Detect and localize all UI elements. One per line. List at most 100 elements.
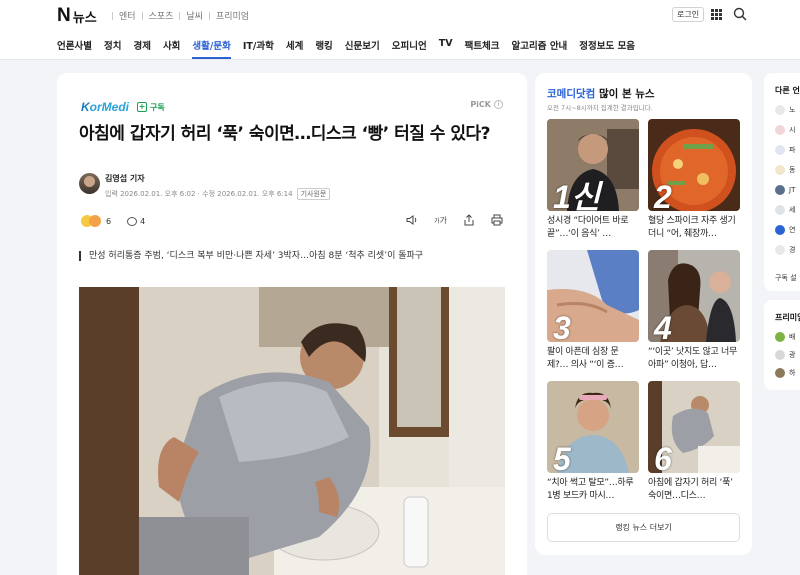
ranking-title[interactable]: 코메디닷컴 많이 본 뉴스	[547, 86, 655, 101]
print-icon[interactable]	[491, 214, 503, 226]
ranking-thumbnail[interactable]: 3	[547, 250, 639, 342]
ranking-item-title[interactable]: 성시경 “다이어트 바로 끝”…‘이 음식’ …	[547, 215, 639, 241]
nav-life-culture[interactable]: 생활/문화	[192, 38, 231, 59]
nav-society[interactable]: 사회	[163, 38, 180, 59]
search-icon[interactable]	[733, 7, 747, 21]
subscribe-button[interactable]: + 구독	[137, 102, 165, 113]
menu-weather[interactable]: 날씨	[186, 9, 203, 22]
apps-grid-icon[interactable]	[711, 9, 722, 20]
nav-world[interactable]: 세계	[286, 38, 303, 59]
rank-number: 6	[654, 441, 672, 473]
rank-number: 3	[553, 310, 571, 342]
ranking-thumbnail[interactable]: 2	[648, 119, 740, 211]
naver-logo[interactable]: N	[57, 5, 71, 27]
ranking-item-title[interactable]: 팔이 아픈데 심장 문제?… 의사 “‘이 증…	[547, 346, 639, 372]
other-press-item[interactable]: JT	[775, 185, 795, 195]
ranking-card: 코메디닷컴 많이 본 뉴스 오전 7시~8시까지 집계한 결과입니다. 1신 성…	[535, 73, 752, 555]
nav-politics[interactable]: 정치	[104, 38, 121, 59]
other-press-item[interactable]: 파	[775, 145, 795, 155]
ranking-title-suffix: 많이 본 뉴스	[595, 88, 655, 100]
premium-logo-icon	[775, 332, 785, 342]
nav-economy[interactable]: 경제	[133, 38, 150, 59]
top-header: N 뉴스 엔터 스포츠 날씨 프리미엄 로그인 언론사별 정치 경제 사회 생활…	[0, 0, 800, 60]
ranking-thumbnail[interactable]: 6	[648, 381, 740, 473]
other-press-item[interactable]: 노	[775, 105, 795, 115]
press-logo-icon	[775, 145, 785, 155]
rank-number: 1신	[553, 179, 601, 211]
news-logo-text[interactable]: 뉴스	[73, 7, 97, 26]
pick-badge[interactable]: PiCK i	[470, 100, 503, 109]
menu-premium[interactable]: 프리미엄	[216, 9, 249, 22]
nav-ranking[interactable]: 랭킹	[315, 38, 332, 59]
plus-icon: +	[137, 102, 148, 112]
ranking-item-3[interactable]: 3 팔이 아픈데 심장 문제?… 의사 “‘이 증…	[547, 250, 639, 381]
ranking-item-6[interactable]: 6 아침에 갑자기 허리 ‘푹’ 숙이면…디스…	[648, 381, 740, 512]
subscribe-settings-link[interactable]: 구독 설	[775, 273, 797, 283]
comment-count[interactable]: 4	[140, 217, 145, 226]
divider	[179, 11, 181, 20]
other-press-item[interactable]: 세	[775, 205, 795, 215]
other-press-title: 다른 언론	[775, 86, 800, 95]
article-headline: 아침에 갑자기 허리 ‘푹’ 숙이면…디스크 ‘빵’ 터질 수 있다?	[79, 124, 490, 144]
surprise-emoji-icon[interactable]	[89, 215, 101, 227]
category-nav: 언론사별 정치 경제 사회 생활/문화 IT/과학 세계 랭킹 신문보기 오피니…	[57, 38, 647, 59]
ranking-item-2[interactable]: 2 혈당 스파이크 자주 생기더니 “어, 췌장까…	[648, 119, 740, 250]
menu-sports[interactable]: 스포츠	[149, 9, 174, 22]
ranking-item-title[interactable]: “‘이곳’ 낫지도 않고 너무 아파” 이청아, 답…	[648, 346, 740, 372]
ranking-item-title[interactable]: “치아 썩고 탈모”…하루 1병 보드카 마시…	[547, 477, 639, 503]
ranking-press-name[interactable]: 코메디닷컴	[547, 88, 595, 100]
nav-opinion[interactable]: 오피니언	[392, 38, 427, 59]
nav-newspaper[interactable]: 신문보기	[345, 38, 380, 59]
login-button[interactable]: 로그인	[672, 7, 705, 22]
press-logo-icon	[775, 125, 785, 135]
other-press-item[interactable]: 시	[775, 125, 795, 135]
reaction-count: 6	[106, 216, 112, 226]
premium-item[interactable]: 광	[775, 350, 795, 360]
font-size-icon[interactable]: 가가	[434, 214, 447, 226]
comment-icon[interactable]	[127, 216, 138, 226]
other-press-item[interactable]: 동	[775, 165, 795, 175]
nav-factcheck[interactable]: 팩트체크	[465, 38, 500, 59]
reaction-bar: 6 4	[81, 215, 145, 227]
ranking-item-1[interactable]: 1신 성시경 “다이어트 바로 끝”…‘이 음식’ …	[547, 119, 639, 250]
nav-press[interactable]: 언론사별	[57, 38, 92, 59]
other-press-item[interactable]: 연	[775, 225, 795, 235]
ranking-thumbnail[interactable]: 5	[547, 381, 639, 473]
ranking-item-title[interactable]: 아침에 갑자기 허리 ‘푹’ 숙이면…디스…	[648, 477, 740, 503]
ranking-more-button[interactable]: 랭킹 뉴스 더보기	[547, 513, 740, 542]
info-icon[interactable]: i	[494, 100, 503, 109]
press-logo-icon	[775, 225, 785, 235]
premium-item[interactable]: 배	[775, 332, 795, 342]
article-card: KorMedi + 구독 PiCK i 아침에 갑자기 허리 ‘푹’ 숙이면…디…	[57, 73, 527, 575]
ranking-subtitle: 오전 7시~8시까지 집계한 결과입니다.	[547, 104, 653, 112]
reporter-name[interactable]: 김영섭 기자	[105, 173, 330, 184]
ranking-thumbnail[interactable]: 1신	[547, 119, 639, 211]
naver-news-logo[interactable]: N 뉴스	[57, 5, 97, 27]
rank-number: 2	[654, 179, 672, 211]
original-article-link[interactable]: 기사원문	[296, 188, 331, 200]
nav-it-science[interactable]: IT/과학	[243, 38, 274, 59]
ranking-item-title[interactable]: 혈당 스파이크 자주 생기더니 “어, 췌장까…	[648, 215, 740, 241]
premium-logo-icon	[775, 350, 785, 360]
premium-panel: 프리미엄 배 광 하	[764, 300, 800, 390]
nav-corrections[interactable]: 정정보도 모음	[579, 38, 635, 59]
nav-algorithm[interactable]: 알고리즘 안내	[512, 38, 568, 59]
press-logo-icon	[775, 245, 785, 255]
kormedi-logo[interactable]: KorMedi	[81, 100, 129, 114]
share-icon[interactable]	[463, 214, 475, 226]
article-photo[interactable]	[79, 287, 505, 575]
ranking-grid: 1신 성시경 “다이어트 바로 끝”…‘이 음식’ … 2 혈당 스파이크 자주…	[547, 119, 740, 512]
subscribe-label: 구독	[150, 102, 165, 112]
other-press-item[interactable]: 경	[775, 245, 795, 255]
ranking-thumbnail[interactable]: 4	[648, 250, 740, 342]
nav-tv[interactable]: TV	[439, 38, 453, 59]
rank-number: 4	[654, 310, 672, 342]
menu-entertainment[interactable]: 엔터	[119, 9, 136, 22]
ranking-item-5[interactable]: 5 “치아 썩고 탈모”…하루 1병 보드카 마시…	[547, 381, 639, 512]
premium-title: 프리미엄	[775, 313, 800, 322]
premium-item[interactable]: 하	[775, 368, 795, 378]
reporter-avatar[interactable]	[79, 173, 100, 194]
ranking-item-4[interactable]: 4 “‘이곳’ 낫지도 않고 너무 아파” 이청아, 답…	[648, 250, 740, 381]
speaker-icon[interactable]	[406, 214, 418, 226]
press-logo-icon	[775, 165, 785, 175]
